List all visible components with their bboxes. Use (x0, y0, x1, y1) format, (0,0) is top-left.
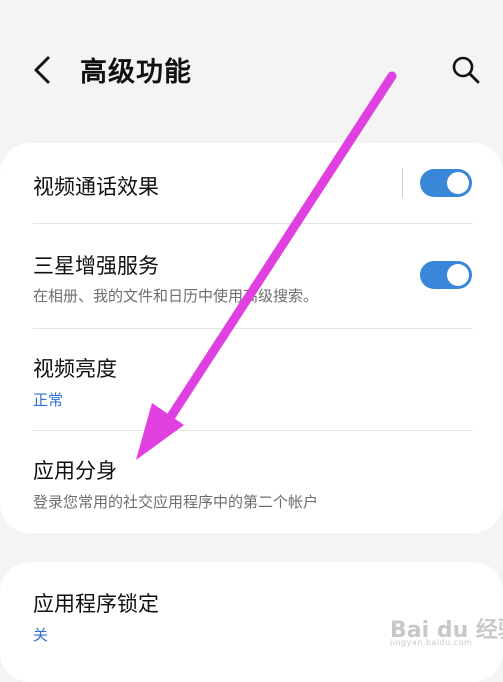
page-title: 高级功能 (80, 57, 192, 88)
setting-video-brightness[interactable]: 视频亮度 正常 (0, 329, 503, 429)
setting-video-call-effects[interactable]: 视频通话效果 (0, 143, 503, 223)
setting-title: 视频亮度 (33, 357, 117, 381)
baidu-watermark: Bai du 经验 jingyan.baidu.com (390, 612, 503, 652)
vertical-separator (402, 168, 403, 198)
toggle-knob (447, 264, 469, 286)
setting-value: 正常 (33, 391, 64, 409)
setting-subtitle: 在相册、我的文件和日历中使用高级搜索。 (33, 287, 319, 305)
back-button[interactable] (26, 50, 62, 90)
setting-subtitle: 登录您常用的社交应用程序中的第二个帐户 (33, 493, 319, 511)
settings-card: 视频通话效果 三星增强服务 在相册、我的文件和日历中使用高级搜索。 视频亮度 正… (0, 143, 503, 533)
watermark-url: jingyan.baidu.com (390, 638, 473, 647)
app-header: 高级功能 (0, 0, 503, 140)
samsung-enhanced-services-toggle[interactable] (420, 261, 472, 289)
setting-value: 关 (33, 626, 49, 644)
setting-dual-messenger[interactable]: 应用分身 登录您常用的社交应用程序中的第二个帐户 (0, 431, 503, 531)
setting-title: 三星增强服务 (33, 254, 159, 278)
setting-title: 应用程序锁定 (33, 592, 159, 616)
chevron-left-icon (34, 56, 50, 84)
setting-samsung-enhanced-services[interactable]: 三星增强服务 在相册、我的文件和日历中使用高级搜索。 (0, 224, 503, 310)
search-icon (452, 56, 480, 84)
setting-title: 应用分身 (33, 459, 117, 483)
toggle-knob (447, 172, 469, 194)
setting-title: 视频通话效果 (33, 175, 159, 199)
video-call-effects-toggle[interactable] (420, 169, 472, 197)
search-button[interactable] (448, 52, 484, 88)
